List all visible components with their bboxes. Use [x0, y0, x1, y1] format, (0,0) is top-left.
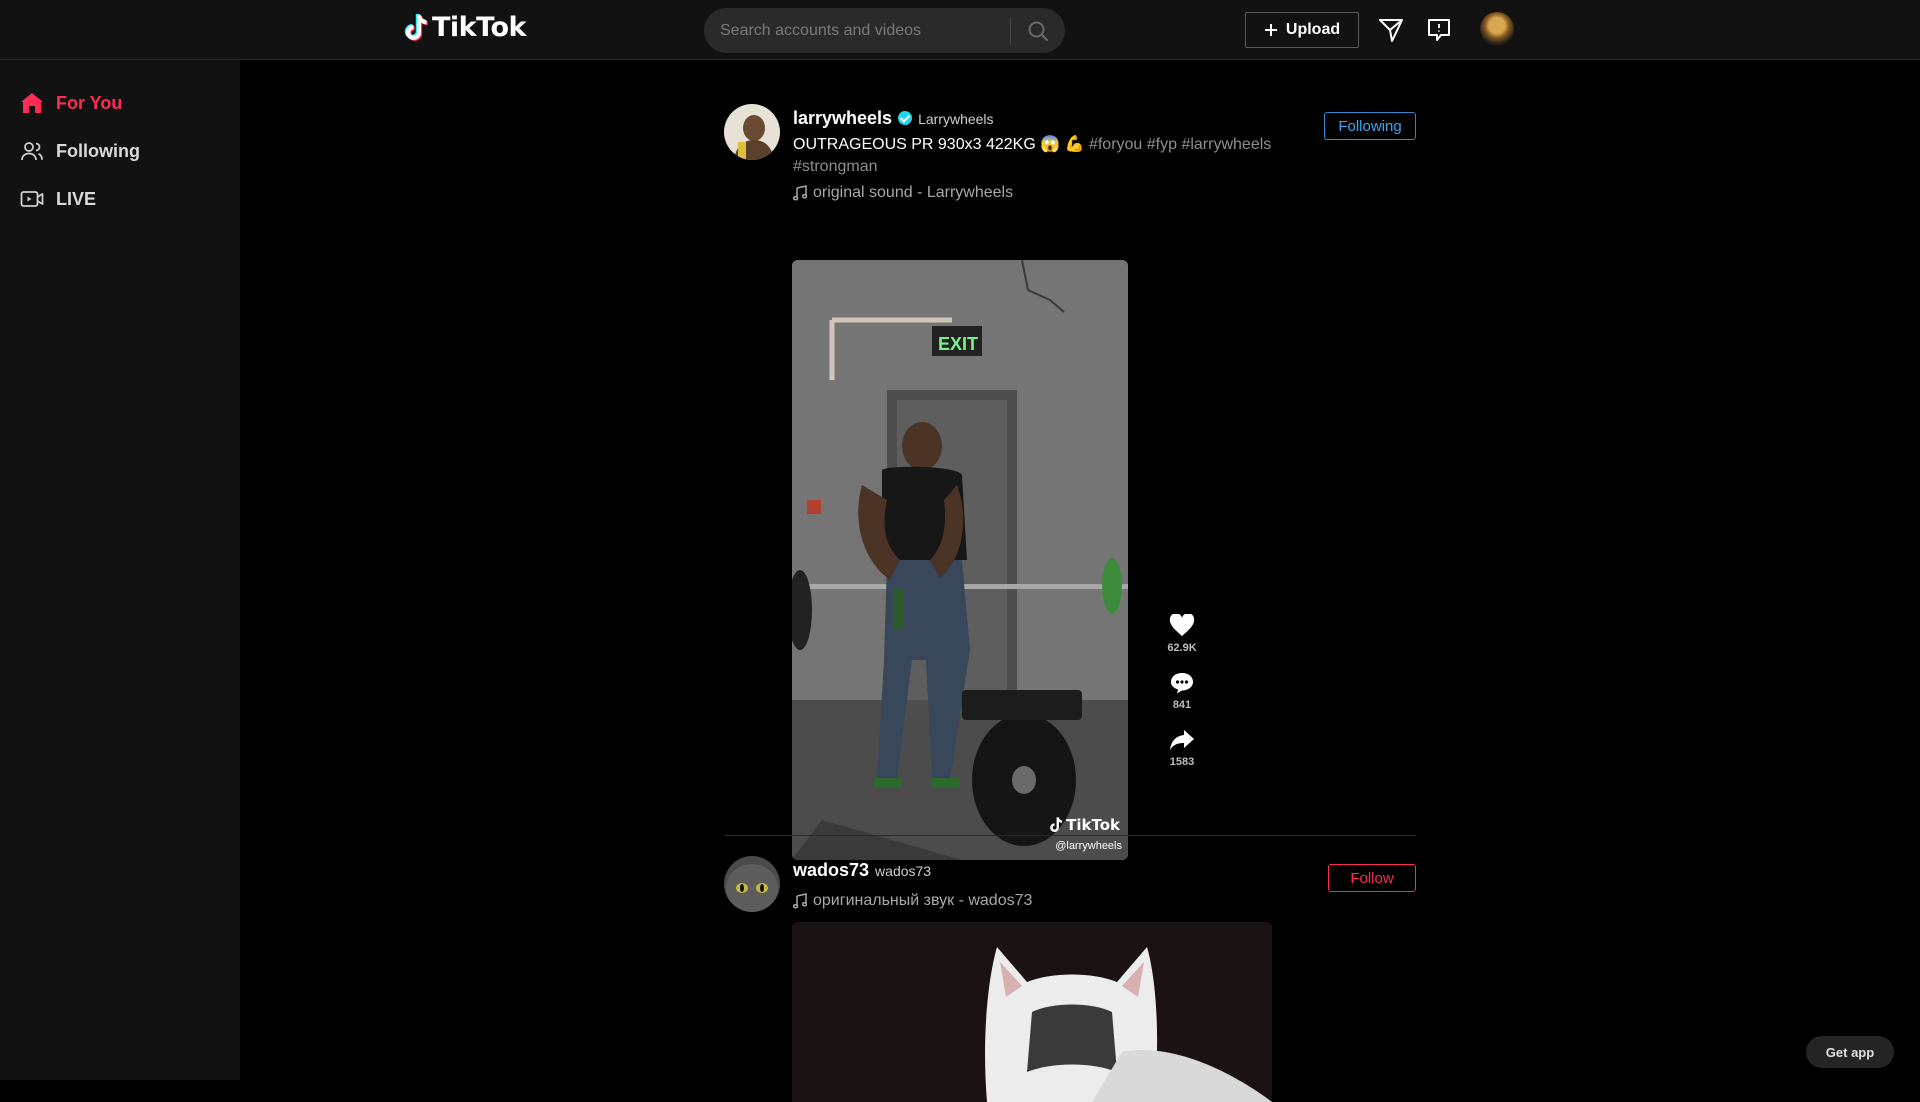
tiktok-note-icon — [1050, 817, 1063, 832]
post-divider — [724, 835, 1416, 836]
like-action[interactable]: 62.9K — [1167, 614, 1197, 654]
plus-icon — [1264, 24, 1277, 36]
sidebar-item-live[interactable]: LIVE — [20, 184, 96, 214]
post-caption: OUTRAGEOUS PR 930x3 422KG 😱 💪 #foryou #f… — [793, 134, 1293, 178]
music-note-icon — [793, 893, 807, 909]
messages-button[interactable] — [1376, 15, 1406, 45]
get-app-button[interactable]: Get app — [1806, 1036, 1894, 1068]
music-title: оригинальный звук - wados73 — [813, 892, 1033, 909]
post-music[interactable]: оригинальный звук - wados73 — [793, 892, 1032, 910]
video-player[interactable] — [792, 922, 1272, 1102]
logo-text: TikTok — [432, 12, 526, 43]
author-avatar[interactable] — [724, 856, 780, 912]
top-header: TikTok Upload — [0, 0, 1920, 60]
video-frame — [792, 922, 1272, 1102]
search-bar — [704, 8, 1065, 53]
share-action[interactable]: 1583 — [1169, 728, 1195, 768]
upload-label: Upload — [1285, 21, 1341, 38]
sidebar-item-label: LIVE — [56, 188, 97, 209]
music-note-icon — [793, 185, 807, 201]
feed-post: wados73 wados73 оригинальный звук - wado… — [724, 856, 1416, 1102]
search-button[interactable] — [1011, 8, 1065, 53]
like-count: 62.9K — [1167, 642, 1197, 654]
sidebar-item-label: For You — [56, 92, 123, 113]
author-username[interactable]: wados73 — [793, 860, 869, 881]
tiktok-logo[interactable]: TikTok — [404, 12, 526, 43]
follow-button[interactable]: Follow — [1328, 864, 1416, 892]
author-avatar[interactable] — [724, 104, 780, 160]
send-icon — [1379, 19, 1403, 42]
author-nickname[interactable]: wados73 — [875, 863, 931, 879]
watermark-handle: @larrywheels — [1055, 840, 1122, 852]
comment-icon — [1171, 673, 1193, 694]
verified-badge-icon — [898, 111, 913, 125]
author-line: wados73 wados73 — [793, 860, 931, 881]
upload-button[interactable]: Upload — [1245, 12, 1359, 48]
author-username[interactable]: larrywheels — [793, 108, 892, 129]
inbox-icon — [1428, 19, 1450, 41]
avatar-image — [724, 104, 780, 160]
sidebar: For You Following LIVE — [0, 60, 240, 1080]
share-count: 1583 — [1169, 756, 1195, 768]
caption-text: OUTRAGEOUS PR 930x3 422KG 😱 💪 — [793, 136, 1085, 153]
tiktok-note-icon — [404, 13, 428, 41]
watermark-logo-text: TikTok — [1066, 816, 1120, 834]
comment-count: 841 — [1172, 699, 1192, 711]
profile-avatar[interactable] — [1480, 12, 1514, 46]
live-camera-icon — [20, 191, 44, 207]
search-icon — [1028, 21, 1048, 41]
home-icon — [21, 93, 43, 113]
following-button[interactable]: Following — [1324, 112, 1416, 140]
author-line: larrywheels Larrywheels — [793, 108, 994, 129]
sidebar-item-following[interactable]: Following — [20, 136, 140, 166]
heart-icon — [1169, 614, 1195, 636]
video-watermark: TikTok — [1049, 816, 1120, 834]
sidebar-item-for-you[interactable]: For You — [20, 88, 122, 118]
author-nickname[interactable]: Larrywheels — [918, 111, 993, 127]
users-icon — [21, 142, 43, 161]
music-title: original sound - Larrywheels — [813, 184, 1014, 201]
feed-post: larrywheels Larrywheels OUTRAGEOUS PR 93… — [724, 104, 1416, 860]
inbox-button[interactable] — [1424, 15, 1454, 45]
action-bar: 62.9K 841 1583 — [1159, 614, 1205, 785]
video-player[interactable]: EXIT TikTok @larrywheels — [792, 260, 1128, 860]
avatar-image — [724, 856, 780, 912]
search-input[interactable] — [704, 8, 1010, 53]
post-music[interactable]: original sound - Larrywheels — [793, 184, 1013, 202]
share-arrow-icon — [1170, 730, 1194, 750]
sidebar-item-label: Following — [56, 140, 140, 161]
exit-sign: EXIT — [937, 334, 978, 354]
comment-action[interactable]: 841 — [1169, 671, 1195, 711]
